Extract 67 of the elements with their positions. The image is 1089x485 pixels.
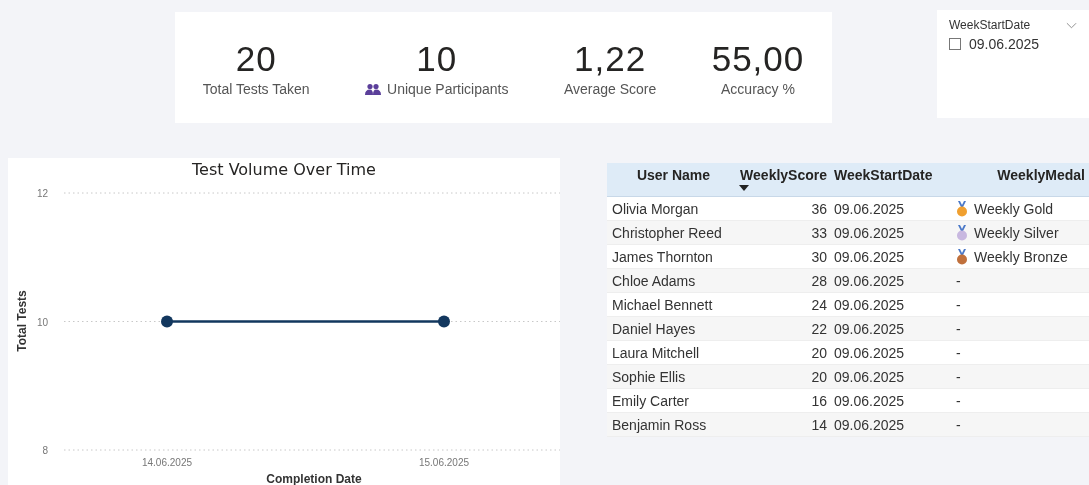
x-tick-label: 14.06.2025 xyxy=(141,457,193,468)
kpi-value: 55,00 xyxy=(711,38,805,79)
table-cell-text: Chloe Adams xyxy=(611,272,697,289)
chart-title: Test Volume Over Time xyxy=(192,160,376,179)
people-icon xyxy=(365,82,382,95)
table-cell-text: Benjamin Ross xyxy=(611,416,708,433)
table-cell-text: 33 xyxy=(810,224,828,241)
table-cell-text: 30 xyxy=(810,248,828,265)
kpi-value: 1,22 xyxy=(574,38,647,79)
checkbox[interactable] xyxy=(949,38,961,50)
table-cell-text: 09.06.2025 xyxy=(833,392,906,409)
table-cell-text: Michael Bennett xyxy=(611,296,714,313)
table-cell-text: Daniel Hayes xyxy=(611,320,697,337)
table-cell-text: Sophie Ellis xyxy=(611,368,687,385)
table-cell: - xyxy=(956,416,961,433)
column-header[interactable]: WeeklyScore xyxy=(735,163,832,196)
table-cell: - xyxy=(956,272,961,289)
table-cell: Weekly Bronze xyxy=(974,248,1068,265)
kpi-value: 20 xyxy=(235,38,277,79)
column-header[interactable]: WeekStartDate xyxy=(832,163,950,196)
y-tick-label: 12 xyxy=(36,188,48,199)
table-cell-text: 09.06.2025 xyxy=(833,344,906,361)
kpi-label: Total Tests Taken xyxy=(202,80,310,97)
table-cell: - xyxy=(956,296,961,313)
table-cell: - xyxy=(956,392,961,409)
table-cell: - xyxy=(956,368,961,385)
table-cell-text: 09.06.2025 xyxy=(833,224,906,241)
table-cell-text: 36 xyxy=(810,200,828,217)
table-cell-text: 24 xyxy=(810,296,828,313)
kpi-label: Unique Participants xyxy=(387,80,509,97)
column-header[interactable]: WeeklyMedal xyxy=(950,163,1089,196)
table-cell-text: Emily Carter xyxy=(611,392,690,409)
data-point xyxy=(161,315,173,328)
table-cell-text: Laura Mitchell xyxy=(611,344,701,361)
kpi-value: 10 xyxy=(416,38,458,79)
table-cell-text: 22 xyxy=(810,320,828,337)
table-cell-text: 09.06.2025 xyxy=(833,416,906,433)
table-cell-text: James Thornton xyxy=(611,248,714,265)
y-axis-title: Total Tests xyxy=(15,290,29,352)
column-header[interactable]: User Name xyxy=(607,163,735,196)
sort-descending-icon xyxy=(739,185,749,191)
table-cell-text: 09.06.2025 xyxy=(833,200,906,217)
data-point xyxy=(438,315,450,328)
table-cell-text: 20 xyxy=(810,368,828,385)
table-cell: - xyxy=(956,320,961,337)
table-cell-text: 16 xyxy=(810,392,828,409)
table-cell: Weekly Gold xyxy=(974,200,1054,217)
table-cell: Weekly Silver xyxy=(974,224,1059,241)
table-cell-text: 09.06.2025 xyxy=(833,296,906,313)
option-label[interactable]: 09.06.2025 xyxy=(969,36,1040,52)
x-axis-title: Completion Date xyxy=(266,472,362,485)
kpi-label: Average Score xyxy=(563,80,657,97)
table-cell-text: 28 xyxy=(810,272,828,289)
table-cell-text: 09.06.2025 xyxy=(833,320,906,337)
table-cell-text: 14 xyxy=(810,416,828,433)
table-cell-text: Olivia Morgan xyxy=(611,200,700,217)
table-cell-text: 09.06.2025 xyxy=(833,368,906,385)
table-cell: - xyxy=(956,344,961,361)
table-cell-text: 09.06.2025 xyxy=(833,272,906,289)
y-tick-label: 8 xyxy=(42,445,48,456)
y-tick-label: 10 xyxy=(36,316,48,328)
x-tick-label: 15.06.2025 xyxy=(418,457,470,468)
table-cell-text: Christopher Reed xyxy=(611,224,723,241)
slicer-title: WeekStartDate xyxy=(949,18,1031,32)
table-cell-text: 09.06.2025 xyxy=(833,248,906,265)
table-cell-text: 20 xyxy=(810,344,828,361)
kpi-label: Accuracy % xyxy=(721,80,795,97)
